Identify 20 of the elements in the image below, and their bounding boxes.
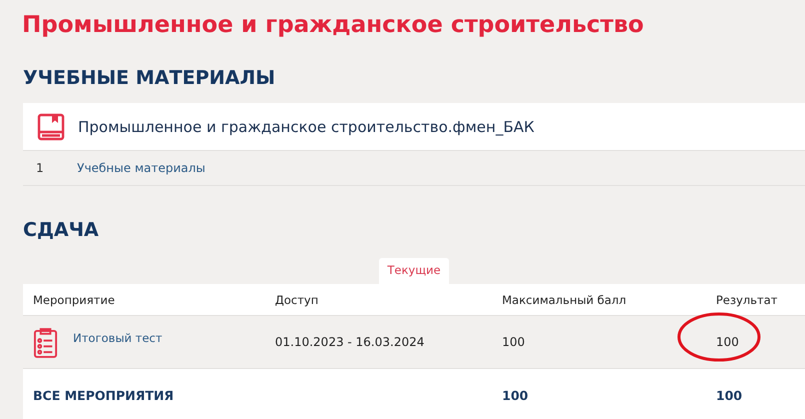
table-cell-text: 01.10.2023 - 16.03.2024: [274, 335, 426, 349]
section-heading: СДАЧА: [23, 218, 100, 243]
total-label: ВСЕ МЕРОПРИЯТИЯ: [32, 388, 175, 402]
book-icon: [37, 112, 65, 140]
page-title: Промышленное и гражданское строительство: [22, 11, 645, 40]
section-heading: УЧЕБНЫЕ МАТЕРИАЛЫ: [23, 66, 276, 91]
table-cell-text: 100: [501, 335, 526, 349]
test-link[interactable]: Итоговый тест: [73, 331, 162, 345]
course-title[interactable]: Промышленное и гражданское строительство.фмен_БАК: [78, 118, 534, 136]
table-cell: 100: [716, 335, 739, 349]
tab[interactable]: Текущие: [379, 258, 449, 284]
column-header: Доступ: [274, 292, 320, 306]
column-header: Максимальный балл: [501, 292, 628, 306]
column-header: Результат: [715, 292, 779, 306]
clipboard-icon: [33, 326, 58, 358]
item-number: 1: [35, 161, 45, 175]
materials-link[interactable]: Учебные материалы: [77, 161, 206, 175]
column-header: Мероприятие: [32, 292, 116, 306]
total-cell-text: 100: [501, 388, 530, 402]
total-cell-text: 100: [715, 388, 744, 402]
